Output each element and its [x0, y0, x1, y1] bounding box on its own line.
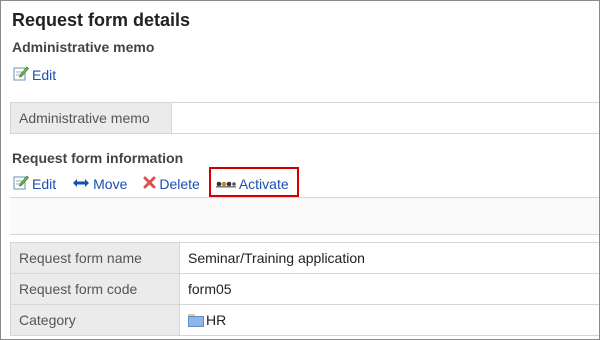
move-button[interactable]: Move	[72, 176, 127, 192]
request-form-name-label: Request form name	[19, 250, 142, 266]
admin-memo-edit-link[interactable]: Edit	[13, 65, 56, 84]
table-row: Request form code form05	[10, 273, 599, 305]
form-info-section-title: Request form information	[12, 150, 184, 166]
table-row: Category HR	[10, 304, 599, 336]
row-label-cell: Category	[11, 305, 180, 335]
page-title: Request form details	[12, 10, 191, 30]
category-link[interactable]: HR	[206, 312, 226, 328]
category-label: Category	[19, 312, 76, 328]
admin-memo-field-label: Administrative memo	[19, 110, 150, 126]
request-form-code-value: form05	[188, 281, 232, 297]
delete-button-label: Delete	[159, 175, 200, 192]
admin-memo-edit-label: Edit	[32, 66, 57, 83]
activate-highlight-box	[209, 167, 299, 197]
category-value: HR	[188, 312, 226, 328]
delete-x-icon	[143, 176, 156, 192]
row-label-cell: Request form code	[11, 274, 180, 304]
delete-button[interactable]: Delete	[143, 175, 200, 192]
table-row: Request form name Seminar/Training appli…	[10, 242, 599, 274]
page-frame: Request form details Administrative memo…	[0, 0, 600, 340]
admin-memo-table: Administrative memo	[10, 102, 599, 134]
edit-button[interactable]: Edit	[13, 174, 56, 193]
edit-pencil-icon	[13, 65, 29, 84]
request-form-name-value: Seminar/Training application	[188, 250, 365, 266]
row-label-cell: Request form name	[11, 243, 180, 273]
folder-icon	[188, 313, 204, 327]
toolbar-divider-area	[10, 197, 599, 235]
request-form-code-label: Request form code	[19, 281, 138, 297]
edit-button-label: Edit	[32, 175, 57, 192]
form-info-table: Request form name Seminar/Training appli…	[10, 242, 599, 336]
admin-memo-section-title: Administrative memo	[12, 39, 155, 55]
move-button-label: Move	[93, 175, 128, 192]
edit-pencil-icon	[13, 174, 29, 193]
move-arrows-icon	[72, 176, 90, 192]
admin-memo-label-cell: Administrative memo	[11, 103, 172, 133]
